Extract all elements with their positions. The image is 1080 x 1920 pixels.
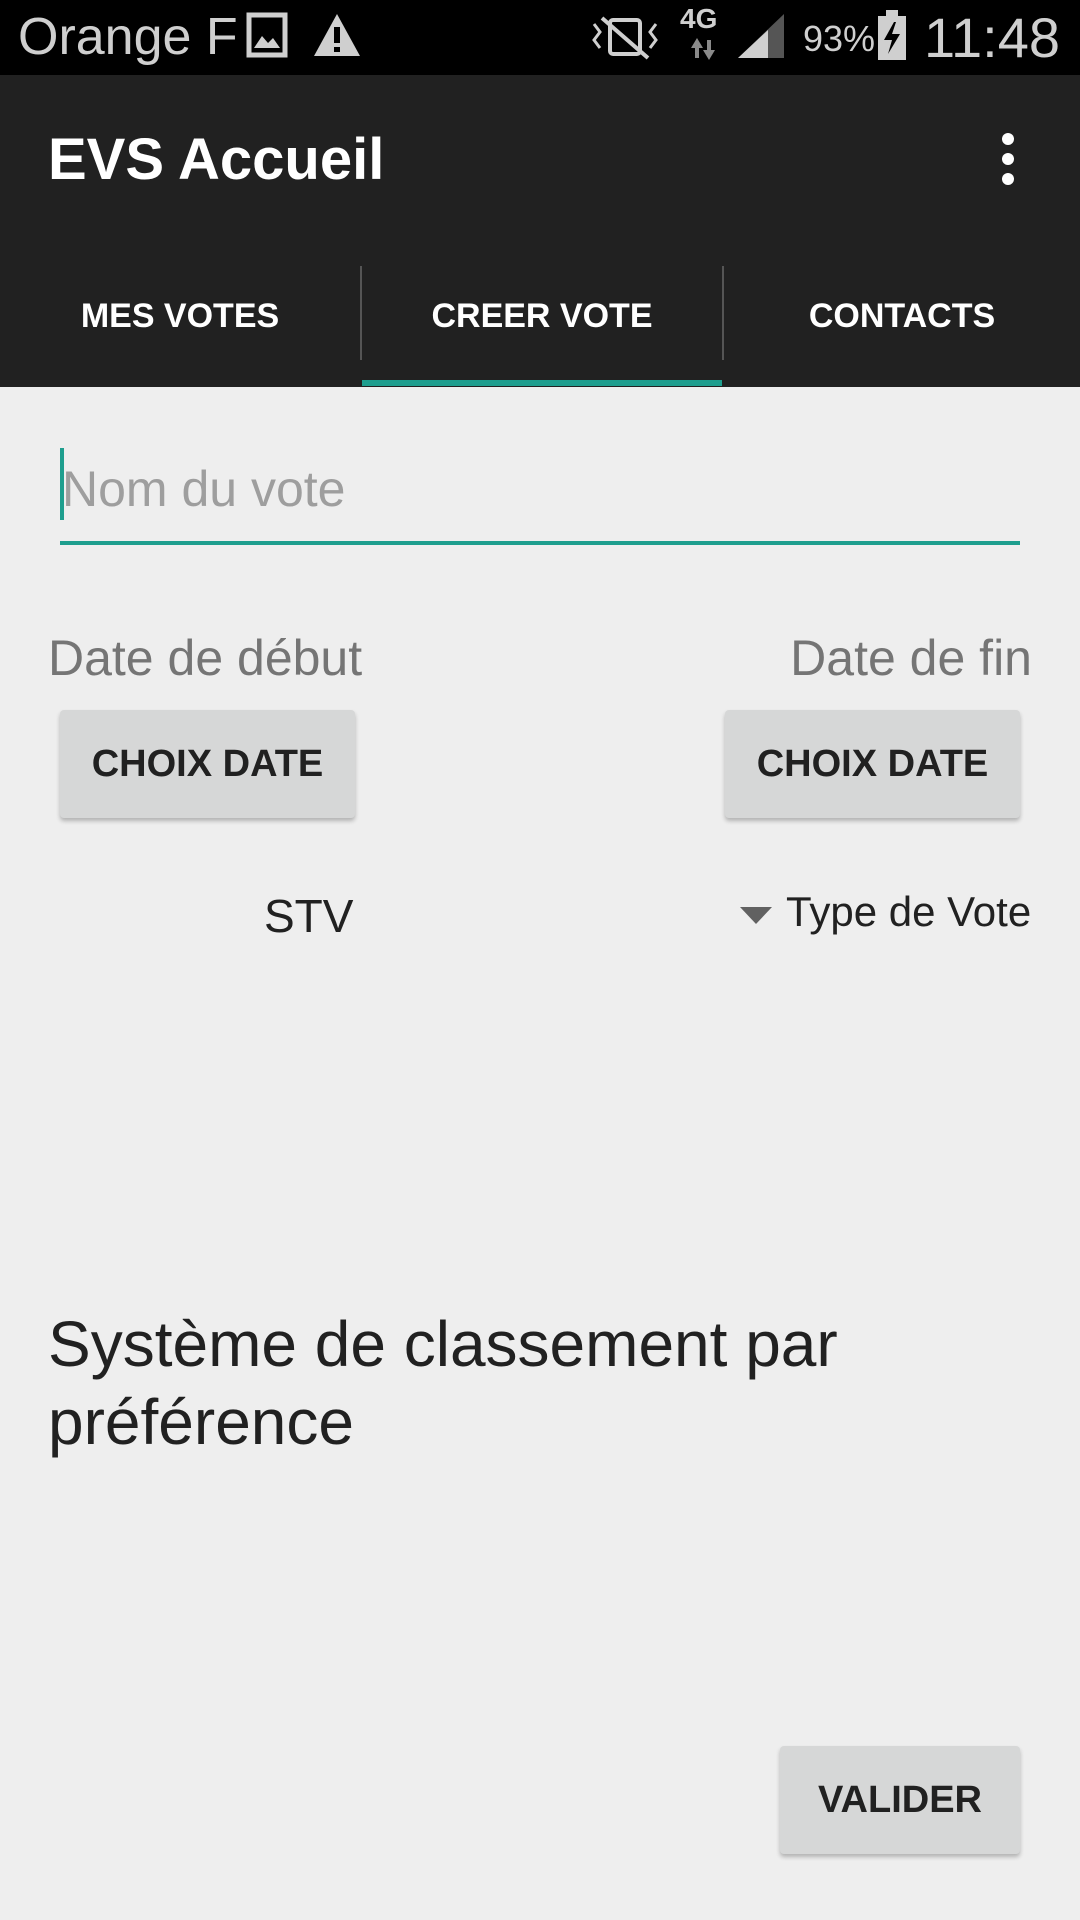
end-date-button[interactable]: CHOIX DATE bbox=[725, 710, 1020, 818]
more-vert-icon[interactable] bbox=[990, 130, 1026, 190]
network-type: 4G bbox=[680, 3, 718, 34]
start-date-label: Date de début bbox=[48, 630, 363, 686]
status-bar: Orange F 4G 93% 11:48 bbox=[0, 0, 1080, 75]
validate-button[interactable]: VALIDER bbox=[780, 1746, 1020, 1854]
end-date-label: Date de fin bbox=[790, 630, 1032, 686]
tab-selected-indicator bbox=[362, 380, 722, 386]
carrier-name: Orange F bbox=[18, 8, 238, 66]
clock: 11:48 bbox=[924, 6, 1060, 69]
tab-label: CONTACTS bbox=[808, 296, 996, 335]
app-title: EVS Accueil bbox=[48, 127, 385, 192]
signal-icon bbox=[738, 14, 784, 58]
vote-type-value[interactable]: STV bbox=[264, 888, 353, 944]
tab-label: CREER VOTE bbox=[431, 296, 653, 335]
warning-icon bbox=[314, 14, 360, 56]
battery-charging-icon bbox=[878, 10, 906, 60]
image-icon bbox=[246, 12, 288, 58]
text-cursor bbox=[60, 448, 64, 520]
dropdown-arrow-icon bbox=[740, 906, 772, 924]
tab-contacts[interactable]: CONTACTS bbox=[724, 255, 1080, 377]
battery-percent: 93% bbox=[803, 18, 876, 59]
tab-creer-vote[interactable]: CREER VOTE bbox=[362, 255, 722, 377]
tab-label: MES VOTES bbox=[80, 296, 280, 335]
vibrate-icon bbox=[592, 16, 658, 60]
vote-type-dropdown[interactable]: Type de Vote bbox=[740, 882, 1031, 942]
data-arrows-icon bbox=[691, 38, 715, 60]
tab-mes-votes[interactable]: MES VOTES bbox=[0, 255, 360, 377]
vote-name-input[interactable] bbox=[60, 445, 1020, 545]
vote-type-description: Système de classement par préférence bbox=[48, 1308, 838, 1458]
start-date-button[interactable]: CHOIX DATE bbox=[60, 710, 355, 818]
vote-type-label: Type de Vote bbox=[786, 888, 1032, 935]
